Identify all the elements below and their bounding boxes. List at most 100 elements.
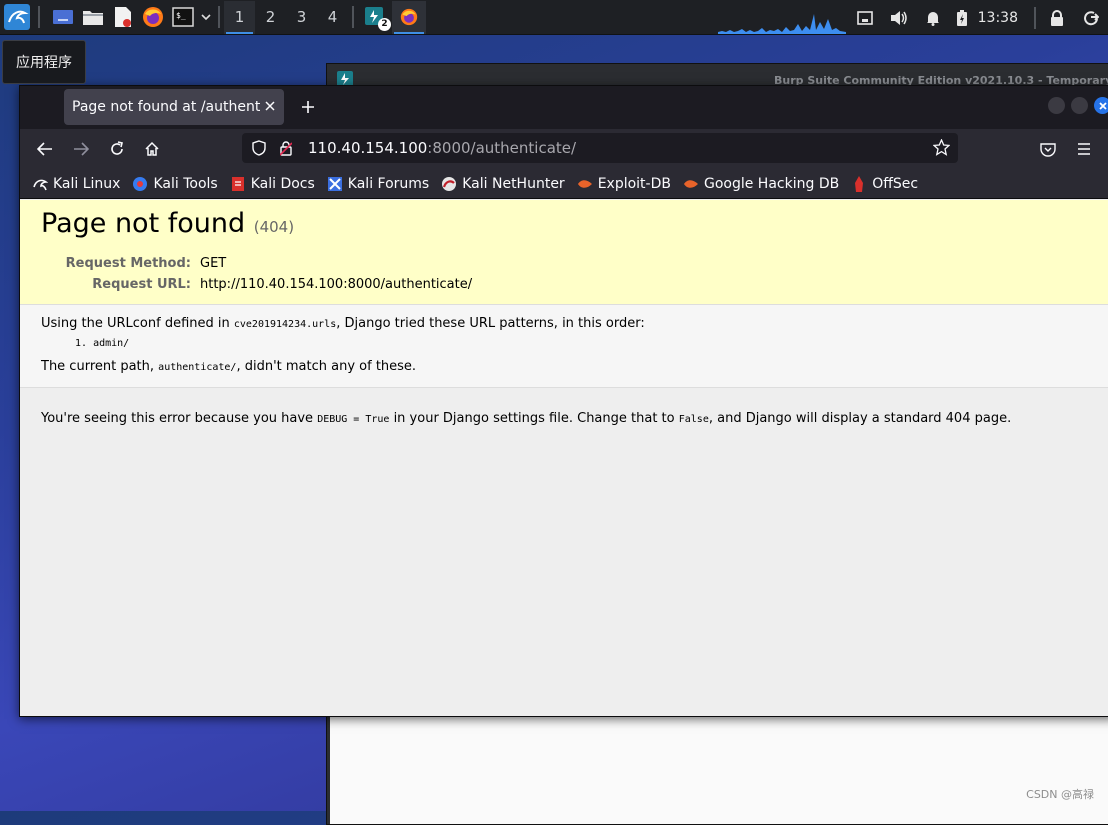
- kali-dragon-icon: [32, 176, 48, 192]
- text-editor-button[interactable]: [108, 1, 138, 34]
- reload-icon: [111, 141, 123, 155]
- plus-icon: [302, 101, 314, 113]
- text-editor-icon: [115, 7, 131, 27]
- bookmark-google-hacking-db[interactable]: Google Hacking DB: [683, 176, 839, 192]
- bookmark-offsec[interactable]: OffSec: [851, 175, 918, 192]
- firefox-taskbar-button[interactable]: [392, 0, 426, 34]
- chevron-down-icon: [201, 14, 211, 21]
- bookmark-kali-nethunter[interactable]: Kali NetHunter: [441, 176, 565, 192]
- back-button[interactable]: [33, 137, 57, 161]
- firefox-launcher-button[interactable]: [138, 1, 168, 34]
- network-tray-button[interactable]: [848, 0, 882, 35]
- error-summary: Page not found (404) Request Method: GET…: [20, 200, 1108, 305]
- request-meta: Request Method: GET Request URL: http://…: [41, 253, 472, 295]
- firefox-window: Page not found at /authenticate/: [19, 85, 1108, 717]
- close-tab-button[interactable]: [260, 99, 280, 115]
- request-method-row: Request Method: GET: [41, 253, 472, 274]
- cpu-usage-graph: [718, 14, 846, 34]
- watermark: CSDN @高禄: [1026, 788, 1094, 801]
- navigation-toolbar: 110.40.154.100:8000/authenticate/: [20, 129, 1108, 169]
- current-post: , didn't match any of these.: [236, 359, 417, 374]
- kali-dragon-icon: [4, 4, 30, 30]
- urlconf-module: cve201914234.urls: [233, 319, 337, 330]
- debug-pre: You're seeing this error because you hav…: [41, 411, 318, 426]
- clock[interactable]: 13:38: [974, 10, 1030, 26]
- bookmark-label: Kali Linux: [53, 175, 121, 192]
- bookmark-kali-linux[interactable]: Kali Linux: [32, 176, 120, 192]
- taskbar-separator: [1034, 6, 1036, 29]
- tab-page-not-found[interactable]: Page not found at /authenticate/: [64, 89, 284, 125]
- file-manager-button[interactable]: [78, 1, 108, 34]
- insecure-lock-icon[interactable]: [274, 140, 298, 156]
- request-url-label: Request URL:: [92, 277, 191, 292]
- desktop-icon: [53, 10, 73, 24]
- urlconf-post: , Django tried these URL patterns, in th…: [336, 316, 645, 331]
- network-icon: [856, 10, 873, 25]
- bookmarks-toolbar: Kali Linux Kali Tools Kali Docs Kali For…: [20, 169, 1108, 199]
- terminal-dropdown-button[interactable]: [198, 1, 214, 34]
- taskbar-separator: [218, 6, 220, 28]
- request-method-label: Request Method:: [65, 256, 191, 271]
- forward-button[interactable]: [69, 137, 93, 161]
- terminal-button[interactable]: $_: [168, 1, 198, 34]
- taskbar-separator: [352, 6, 354, 28]
- pattern-number: 1.: [75, 338, 88, 349]
- battery-tray-button[interactable]: [950, 0, 974, 35]
- home-icon: [145, 141, 159, 156]
- bookmark-label: Kali Tools: [153, 175, 218, 192]
- arrow-right-icon: [74, 142, 89, 156]
- burp-taskbar-button[interactable]: 2: [358, 1, 392, 34]
- workspace-2[interactable]: 2: [255, 1, 286, 34]
- pattern-text: admin/: [93, 338, 130, 349]
- tracking-shield-icon[interactable]: [244, 140, 274, 156]
- hamburger-menu-icon: [1078, 143, 1090, 155]
- workspace-1[interactable]: 1: [224, 0, 255, 34]
- bookmark-label: Kali Forums: [347, 175, 430, 192]
- bookmark-kali-docs[interactable]: Kali Docs: [230, 176, 315, 192]
- bookmark-label: Google Hacking DB: [703, 175, 840, 192]
- url-bar[interactable]: 110.40.154.100:8000/authenticate/: [242, 133, 958, 163]
- url-text: 110.40.154.100:8000/authenticate/: [308, 139, 576, 157]
- star-icon: [932, 138, 951, 156]
- current-pre: The current path,: [41, 359, 159, 374]
- svg-text:$_: $_: [176, 11, 186, 20]
- urlconf-text: Using the URLconf defined in cve20191423…: [41, 316, 645, 331]
- bookmark-kali-forums[interactable]: Kali Forums: [327, 176, 429, 192]
- tab-bar: Page not found at /authenticate/: [20, 86, 1108, 129]
- offsec-icon: [851, 175, 867, 192]
- workspace-4[interactable]: 4: [317, 1, 348, 34]
- new-tab-button[interactable]: [296, 95, 320, 119]
- close-window-button[interactable]: [1094, 97, 1108, 114]
- logout-button[interactable]: [1074, 0, 1108, 35]
- system-tray: 13:38: [848, 0, 1108, 35]
- page-title-text: Page not found: [41, 208, 246, 239]
- request-method-value: GET: [200, 256, 227, 271]
- firefox-icon: [143, 7, 163, 27]
- minimize-button[interactable]: [1048, 97, 1065, 114]
- page-title: Page not found (404): [41, 208, 294, 239]
- kali-tools-icon: [132, 176, 148, 192]
- url-host: 110.40.154.100: [308, 139, 428, 157]
- kali-menu-button[interactable]: [0, 1, 34, 34]
- urlconf-info: Using the URLconf defined in cve20191423…: [20, 305, 1108, 388]
- notifications-tray-button[interactable]: [916, 0, 950, 35]
- show-desktop-button[interactable]: [48, 1, 78, 34]
- maximize-button[interactable]: [1071, 97, 1088, 114]
- applications-tooltip: 应用程序: [2, 40, 86, 84]
- workspace-3[interactable]: 3: [286, 1, 317, 34]
- page-content: Page not found (404) Request Method: GET…: [20, 200, 1108, 716]
- battery-charging-icon: [956, 9, 967, 26]
- terminal-icon: $_: [172, 7, 194, 27]
- window-controls: [1048, 97, 1108, 114]
- bookmark-exploit-db[interactable]: Exploit-DB: [577, 176, 671, 192]
- pocket-button[interactable]: [1036, 137, 1060, 161]
- current-path-text: The current path, authenticate/, didn't …: [41, 359, 416, 374]
- bookmark-star-button[interactable]: [932, 138, 951, 160]
- reload-button[interactable]: [105, 137, 129, 161]
- lock-screen-button[interactable]: [1040, 0, 1074, 35]
- app-menu-button[interactable]: [1072, 137, 1096, 161]
- home-button[interactable]: [140, 137, 164, 161]
- volume-tray-button[interactable]: [882, 0, 916, 35]
- close-icon: [1098, 101, 1107, 110]
- bookmark-kali-tools[interactable]: Kali Tools: [132, 175, 218, 192]
